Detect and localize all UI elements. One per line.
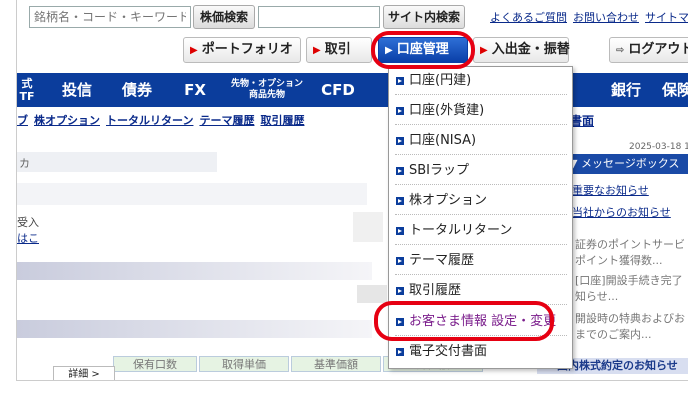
important-notice-link[interactable]: 重要なお知らせ: [572, 182, 649, 198]
sitemap-link[interactable]: サイトマップ: [645, 11, 688, 24]
left-label: カ: [19, 157, 30, 170]
stock-search-input[interactable]: [29, 6, 191, 28]
left-gradient-bar: [17, 262, 372, 280]
left-gradient-bar-2: [17, 320, 372, 338]
sublink-theme-history[interactable]: テーマ履歴: [199, 114, 254, 127]
stock-search-button[interactable]: 株価検索: [193, 5, 255, 29]
menu-item-electronic-documents[interactable]: 電子交付書面: [395, 338, 567, 366]
left-text-2[interactable]: はこ: [17, 230, 39, 246]
menu-item-theme-history[interactable]: テーマ履歴: [395, 247, 567, 275]
message-text: 開設時の特典およびお: [575, 312, 685, 325]
browser-frame: 株価検索 サイト内検索 よくあるご質問お問い合わせサイトマップ ▶ポートフォリオ…: [16, 0, 688, 381]
message-text: 証券のポイントサービ: [575, 238, 685, 251]
account-management-button[interactable]: ▶ 口座管理: [378, 37, 468, 63]
nav-cfd[interactable]: CFD: [315, 73, 361, 107]
detail-button[interactable]: 詳細 >: [53, 366, 115, 380]
menu-item-trade-history[interactable]: 取引履歴: [395, 277, 567, 305]
menu-item-total-return[interactable]: トータルリターン: [395, 217, 567, 245]
deposit-transfer-button[interactable]: ▶ 入出金・振替: [473, 37, 570, 63]
message-text: までのご案内...: [575, 328, 652, 341]
nav-fx[interactable]: FX: [177, 73, 213, 107]
arrow-right-icon: ▶: [480, 45, 488, 56]
message-text: 知らせ...: [575, 290, 619, 303]
faded-button: [357, 285, 387, 303]
sub-links: ブ株オプション トータルリターン テーマ履歴 取引履歴: [17, 112, 310, 128]
portfolio-button[interactable]: ▶ ポートフォリオ: [183, 37, 301, 63]
nav-bond[interactable]: 債券: [117, 73, 157, 107]
logout-button[interactable]: ⇨ ログアウト: [609, 37, 688, 63]
faq-link[interactable]: よくあるご質問: [490, 11, 567, 24]
table-header-nav: 基準価額: [291, 356, 381, 372]
table-header-cost: 取得単価: [199, 356, 289, 372]
menu-item-sbi-wrap[interactable]: SBIラップ: [395, 157, 567, 185]
sublink-partial[interactable]: ブ: [17, 114, 28, 127]
datetime: 2025-03-18 11:2: [629, 142, 688, 152]
menu-item-stock-option[interactable]: 株オプション: [395, 187, 567, 215]
message-text: ポイント獲得数...: [575, 254, 663, 267]
site-search-button[interactable]: サイト内検索: [383, 5, 465, 29]
site-search-input[interactable]: [258, 6, 380, 28]
main-nav: 式 TF 投信 債券 FX 先物・オプション商品先物 CFD 節税年金 銀行 保…: [17, 73, 688, 107]
account-dropdown-menu: 口座(円建) 口座(外貨建) 口座(NISA) SBIラップ 株オプション トー…: [388, 66, 573, 369]
menu-item-account-nisa[interactable]: 口座(NISA): [395, 127, 567, 155]
sublink-total-return[interactable]: トータルリターン: [106, 114, 193, 127]
company-notice-link[interactable]: 当社からのお知らせ: [572, 204, 671, 220]
message-text: [口座]開設手続き完了: [575, 274, 683, 287]
faded-box: [353, 212, 383, 242]
left-text-1: 受入: [17, 216, 39, 229]
left-row: [17, 183, 367, 205]
menu-item-customer-info-settings[interactable]: お客さま情報 設定・変更: [395, 308, 567, 336]
contact-link[interactable]: お問い合わせ: [573, 11, 639, 24]
sublink-trade-history[interactable]: 取引履歴: [260, 114, 304, 127]
menu-item-account-foreign[interactable]: 口座(外貨建): [395, 97, 567, 125]
arrow-right-icon: ▶: [313, 45, 321, 56]
sublink-stock-option[interactable]: 株オプション: [34, 114, 100, 127]
nav-futures-options[interactable]: 先物・オプション 商品先物: [227, 73, 307, 107]
arrow-right-icon: ▶: [190, 45, 198, 56]
nav-insurance[interactable]: 保険: [657, 73, 688, 107]
logout-icon: ⇨: [616, 45, 625, 56]
arrow-right-icon: ▶: [385, 45, 393, 56]
trade-button[interactable]: ▶ 取引: [306, 37, 372, 63]
table-header-holdings: 保有口数: [113, 356, 197, 372]
menu-item-account-jpy[interactable]: 口座(円建): [395, 67, 567, 95]
header-links: よくあるご質問お問い合わせサイトマップ: [490, 9, 688, 25]
message-box-title: ▼ メッセージボックス: [565, 154, 688, 174]
nav-bank[interactable]: 銀行: [605, 73, 647, 107]
left-header-bar: [17, 152, 217, 172]
nav-investment-trust[interactable]: 投信: [57, 73, 97, 107]
sublink-documents[interactable]: 書面: [570, 112, 594, 129]
nav-etf[interactable]: 式 TF: [17, 73, 37, 107]
